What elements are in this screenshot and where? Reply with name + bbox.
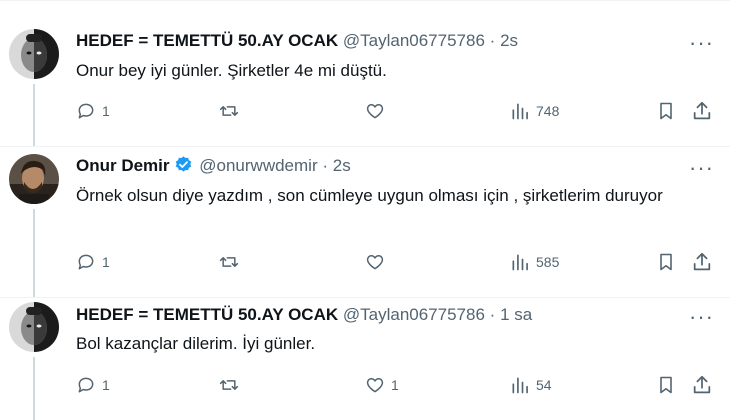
view-count: 748 xyxy=(536,103,560,119)
tweet-text: Onur bey iyi günler. Şirketler 4e mi düş… xyxy=(76,61,387,80)
action-bar: 1 1 54 xyxy=(76,373,716,397)
reply-button[interactable]: 1 xyxy=(76,99,110,123)
bookmark-icon xyxy=(660,253,672,271)
views-button[interactable]: 748 xyxy=(510,99,559,123)
reply-button[interactable]: 1 xyxy=(76,250,110,274)
like-button[interactable] xyxy=(365,99,391,123)
reply-count: 1 xyxy=(102,103,110,119)
like-button[interactable] xyxy=(365,250,391,274)
analytics-icon xyxy=(512,377,528,394)
bookmark-icon xyxy=(660,102,672,120)
thread-line xyxy=(33,84,35,146)
more-options-icon[interactable]: ··· xyxy=(689,306,714,328)
retweet-button[interactable] xyxy=(218,250,246,274)
thread-line xyxy=(33,209,35,297)
display-name[interactable]: HEDEF = TEMETTÜ 50.AY OCAK xyxy=(76,305,338,324)
reply-icon xyxy=(78,254,94,270)
tweet-header: HEDEF = TEMETTÜ 50.AY OCAK @Taylan067757… xyxy=(76,304,532,326)
views-button[interactable]: 54 xyxy=(510,373,552,397)
timestamp[interactable]: 2s xyxy=(500,31,518,50)
tweet[interactable]: HEDEF = TEMETTÜ 50.AY OCAK @Taylan067757… xyxy=(0,298,730,420)
bookmark-icon xyxy=(660,376,672,394)
tweet-header: Onur Demir @onurwwdemir · 2s xyxy=(76,155,351,180)
avatar[interactable] xyxy=(9,29,59,79)
bookmark-button[interactable] xyxy=(656,373,676,397)
reply-count: 1 xyxy=(102,377,110,393)
heart-icon xyxy=(366,255,384,270)
action-bar: 1 748 xyxy=(76,99,716,123)
thread-line xyxy=(33,357,35,420)
reply-button[interactable]: 1 xyxy=(76,373,110,397)
share-icon xyxy=(693,375,711,394)
view-count: 585 xyxy=(536,254,560,270)
view-count: 54 xyxy=(536,377,552,393)
reply-icon xyxy=(78,103,94,119)
like-count: 1 xyxy=(391,377,399,393)
bookmark-button[interactable] xyxy=(656,250,676,274)
avatar[interactable] xyxy=(9,302,59,352)
reply-count: 1 xyxy=(102,254,110,270)
share-icon xyxy=(693,101,711,120)
bookmark-button[interactable] xyxy=(656,99,676,123)
share-button[interactable] xyxy=(691,99,713,123)
avatar[interactable] xyxy=(9,154,59,204)
more-options-icon[interactable]: ··· xyxy=(689,157,714,179)
display-name[interactable]: HEDEF = TEMETTÜ 50.AY OCAK xyxy=(76,31,338,50)
share-icon xyxy=(693,252,711,271)
tweet-text: Örnek olsun diye yazdım , son cümleye uy… xyxy=(76,186,663,205)
retweet-button[interactable] xyxy=(218,99,246,123)
user-handle[interactable]: @Taylan06775786 xyxy=(343,305,485,324)
user-handle[interactable]: @Taylan06775786 xyxy=(343,31,485,50)
reply-icon xyxy=(78,377,94,393)
separator-dot: · xyxy=(322,156,329,175)
verified-badge-icon xyxy=(174,155,193,180)
user-handle[interactable]: @onurwwdemir xyxy=(199,156,317,175)
tweet[interactable]: HEDEF = TEMETTÜ 50.AY OCAK @Taylan067757… xyxy=(0,0,730,146)
views-button[interactable]: 585 xyxy=(510,250,559,274)
retweet-button[interactable] xyxy=(218,373,246,397)
analytics-icon xyxy=(512,254,528,271)
like-button[interactable]: 1 xyxy=(365,373,399,397)
retweet-icon xyxy=(219,106,239,116)
tweet-text: Bol kazançlar dilerim. İyi günler. xyxy=(76,334,316,353)
separator-dot: · xyxy=(489,305,496,324)
analytics-icon xyxy=(512,103,528,120)
tweet-header: HEDEF = TEMETTÜ 50.AY OCAK @Taylan067757… xyxy=(76,30,518,52)
retweet-icon xyxy=(219,257,239,267)
display-name[interactable]: Onur Demir xyxy=(76,156,170,175)
tweet[interactable]: Onur Demir @onurwwdemir · 2s ··· Örnek o… xyxy=(0,147,730,297)
retweet-icon xyxy=(219,380,239,390)
share-button[interactable] xyxy=(691,373,713,397)
timestamp[interactable]: 2s xyxy=(333,156,351,175)
action-bar: 1 585 xyxy=(76,250,716,274)
heart-icon xyxy=(366,104,384,119)
heart-icon xyxy=(366,378,384,393)
timestamp[interactable]: 1 sa xyxy=(500,305,532,324)
separator-dot: · xyxy=(489,31,496,50)
more-options-icon[interactable]: ··· xyxy=(689,32,714,54)
share-button[interactable] xyxy=(691,250,713,274)
